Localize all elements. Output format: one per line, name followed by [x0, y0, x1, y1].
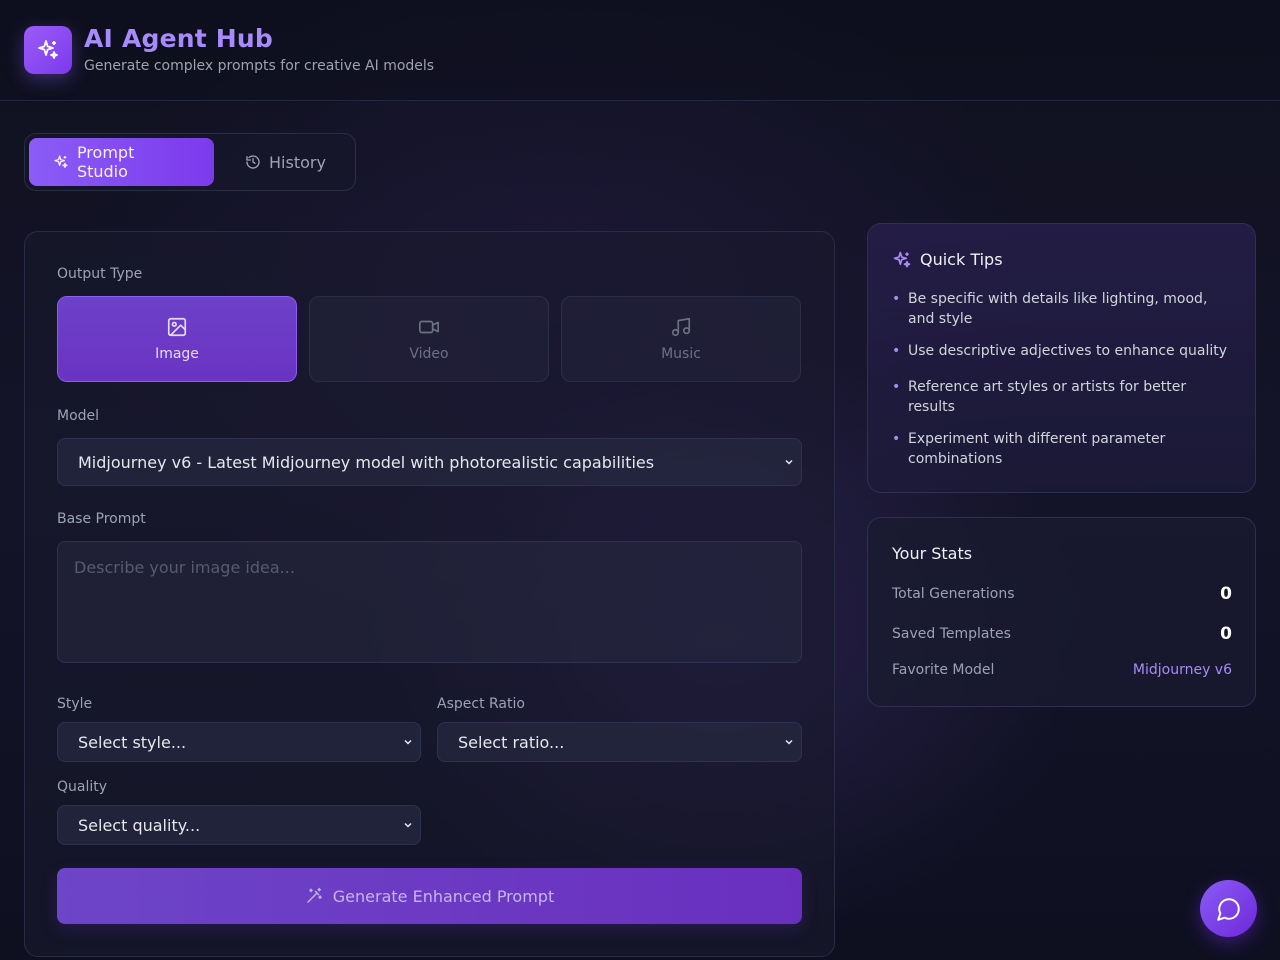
- tip-text: Reference art styles or artists for bett…: [908, 379, 1187, 415]
- stat-saved-templates: Saved Templates 0: [892, 624, 1232, 644]
- stat-value: Midjourney v6: [1132, 662, 1232, 678]
- generate-enhanced-prompt-button[interactable]: Generate Enhanced Prompt: [57, 868, 802, 924]
- chat-bubble-icon: [1216, 897, 1240, 921]
- base-prompt-label: Base Prompt: [57, 511, 146, 527]
- video-icon: [419, 320, 439, 334]
- base-prompt-placeholder: Describe your image idea...: [74, 558, 295, 577]
- model-label: Model: [57, 408, 100, 424]
- app-title: AI Agent Hub: [84, 24, 274, 53]
- stat-value: 0: [1220, 584, 1232, 604]
- stat-total-generations: Total Generations 0: [892, 584, 1232, 604]
- tip-item: • Use descriptive adjectives to enhance …: [892, 341, 1237, 361]
- magic-wand-icon: [307, 887, 322, 903]
- history-icon: [246, 155, 260, 169]
- chevron-down-icon: [404, 822, 412, 828]
- stats-card: Your Stats Total Generations 0 Saved Tem…: [867, 517, 1256, 707]
- bullet: •: [892, 379, 901, 395]
- app-header: AI Agent Hub Generate complex prompts fo…: [0, 0, 1280, 101]
- stats-title: Your Stats: [892, 544, 973, 563]
- output-type-label: Output Type: [57, 266, 143, 282]
- aspect-ratio-select-value: Select ratio...: [458, 732, 565, 752]
- stat-favorite-model: Favorite Model Midjourney v6: [892, 662, 1232, 678]
- style-label: Style: [57, 696, 93, 712]
- bullet: •: [892, 291, 901, 307]
- stat-label: Saved Templates: [892, 626, 1011, 642]
- quality-select[interactable]: Select quality...: [57, 805, 421, 845]
- base-prompt-input[interactable]: Describe your image idea...: [57, 541, 802, 663]
- bullet: •: [892, 343, 901, 359]
- model-select-value: Midjourney v6 - Latest Midjourney model …: [78, 452, 655, 472]
- tab-label: Prompt Studio: [76, 143, 135, 181]
- tab-bar: Prompt Studio History: [24, 133, 356, 191]
- output-type-image[interactable]: Image: [57, 296, 297, 382]
- prompt-form-panel: Output Type Image Video Music Model Midj…: [24, 231, 835, 957]
- app-subtitle: Generate complex prompts for creative AI…: [84, 58, 435, 74]
- model-select[interactable]: Midjourney v6 - Latest Midjourney model …: [57, 438, 802, 486]
- quick-tips-card: Quick Tips • Be specific with details li…: [867, 223, 1256, 493]
- output-type-video[interactable]: Video: [309, 296, 549, 382]
- image-icon: [167, 317, 187, 337]
- generate-button-label: Generate Enhanced Prompt: [332, 886, 555, 906]
- quality-select-value: Select quality...: [78, 815, 201, 835]
- style-select-value: Select style...: [78, 732, 187, 752]
- sparkles-icon: [54, 155, 68, 168]
- app-logo: [24, 26, 72, 74]
- tip-text: Use descriptive adjectives to enhance qu…: [908, 343, 1228, 359]
- sparkles-icon: [893, 251, 911, 268]
- aspect-ratio-label: Aspect Ratio: [437, 696, 525, 712]
- tab-label: History: [269, 152, 326, 172]
- sparkles-icon: [38, 40, 58, 59]
- music-icon: [671, 317, 691, 337]
- stat-value: 0: [1220, 624, 1232, 644]
- tab-prompt-studio[interactable]: Prompt Studio: [29, 138, 214, 186]
- tip-text: Be specific with details like lighting, …: [908, 291, 1208, 327]
- tip-item: • Experiment with different parameter co…: [892, 429, 1237, 469]
- chevron-down-icon: [785, 739, 793, 745]
- chevron-down-icon: [404, 739, 412, 745]
- output-type-music[interactable]: Music: [561, 296, 801, 382]
- output-type-label: Music: [661, 346, 701, 362]
- chevron-down-icon: [785, 459, 793, 465]
- output-type-label: Image: [155, 346, 199, 362]
- tip-item: • Be specific with details like lighting…: [892, 289, 1237, 329]
- tab-history[interactable]: History: [221, 138, 350, 186]
- quick-tips-title: Quick Tips: [920, 250, 1003, 269]
- chat-button[interactable]: [1200, 880, 1257, 937]
- aspect-ratio-select[interactable]: Select ratio...: [437, 722, 802, 762]
- bullet: •: [892, 431, 901, 447]
- tip-text: Experiment with different parameter comb…: [908, 431, 1166, 467]
- quality-label: Quality: [57, 779, 108, 795]
- stat-label: Total Generations: [892, 586, 1015, 602]
- tip-item: • Reference art styles or artists for be…: [892, 377, 1237, 417]
- style-select[interactable]: Select style...: [57, 722, 421, 762]
- stat-label: Favorite Model: [892, 662, 995, 678]
- output-type-label: Video: [409, 346, 449, 362]
